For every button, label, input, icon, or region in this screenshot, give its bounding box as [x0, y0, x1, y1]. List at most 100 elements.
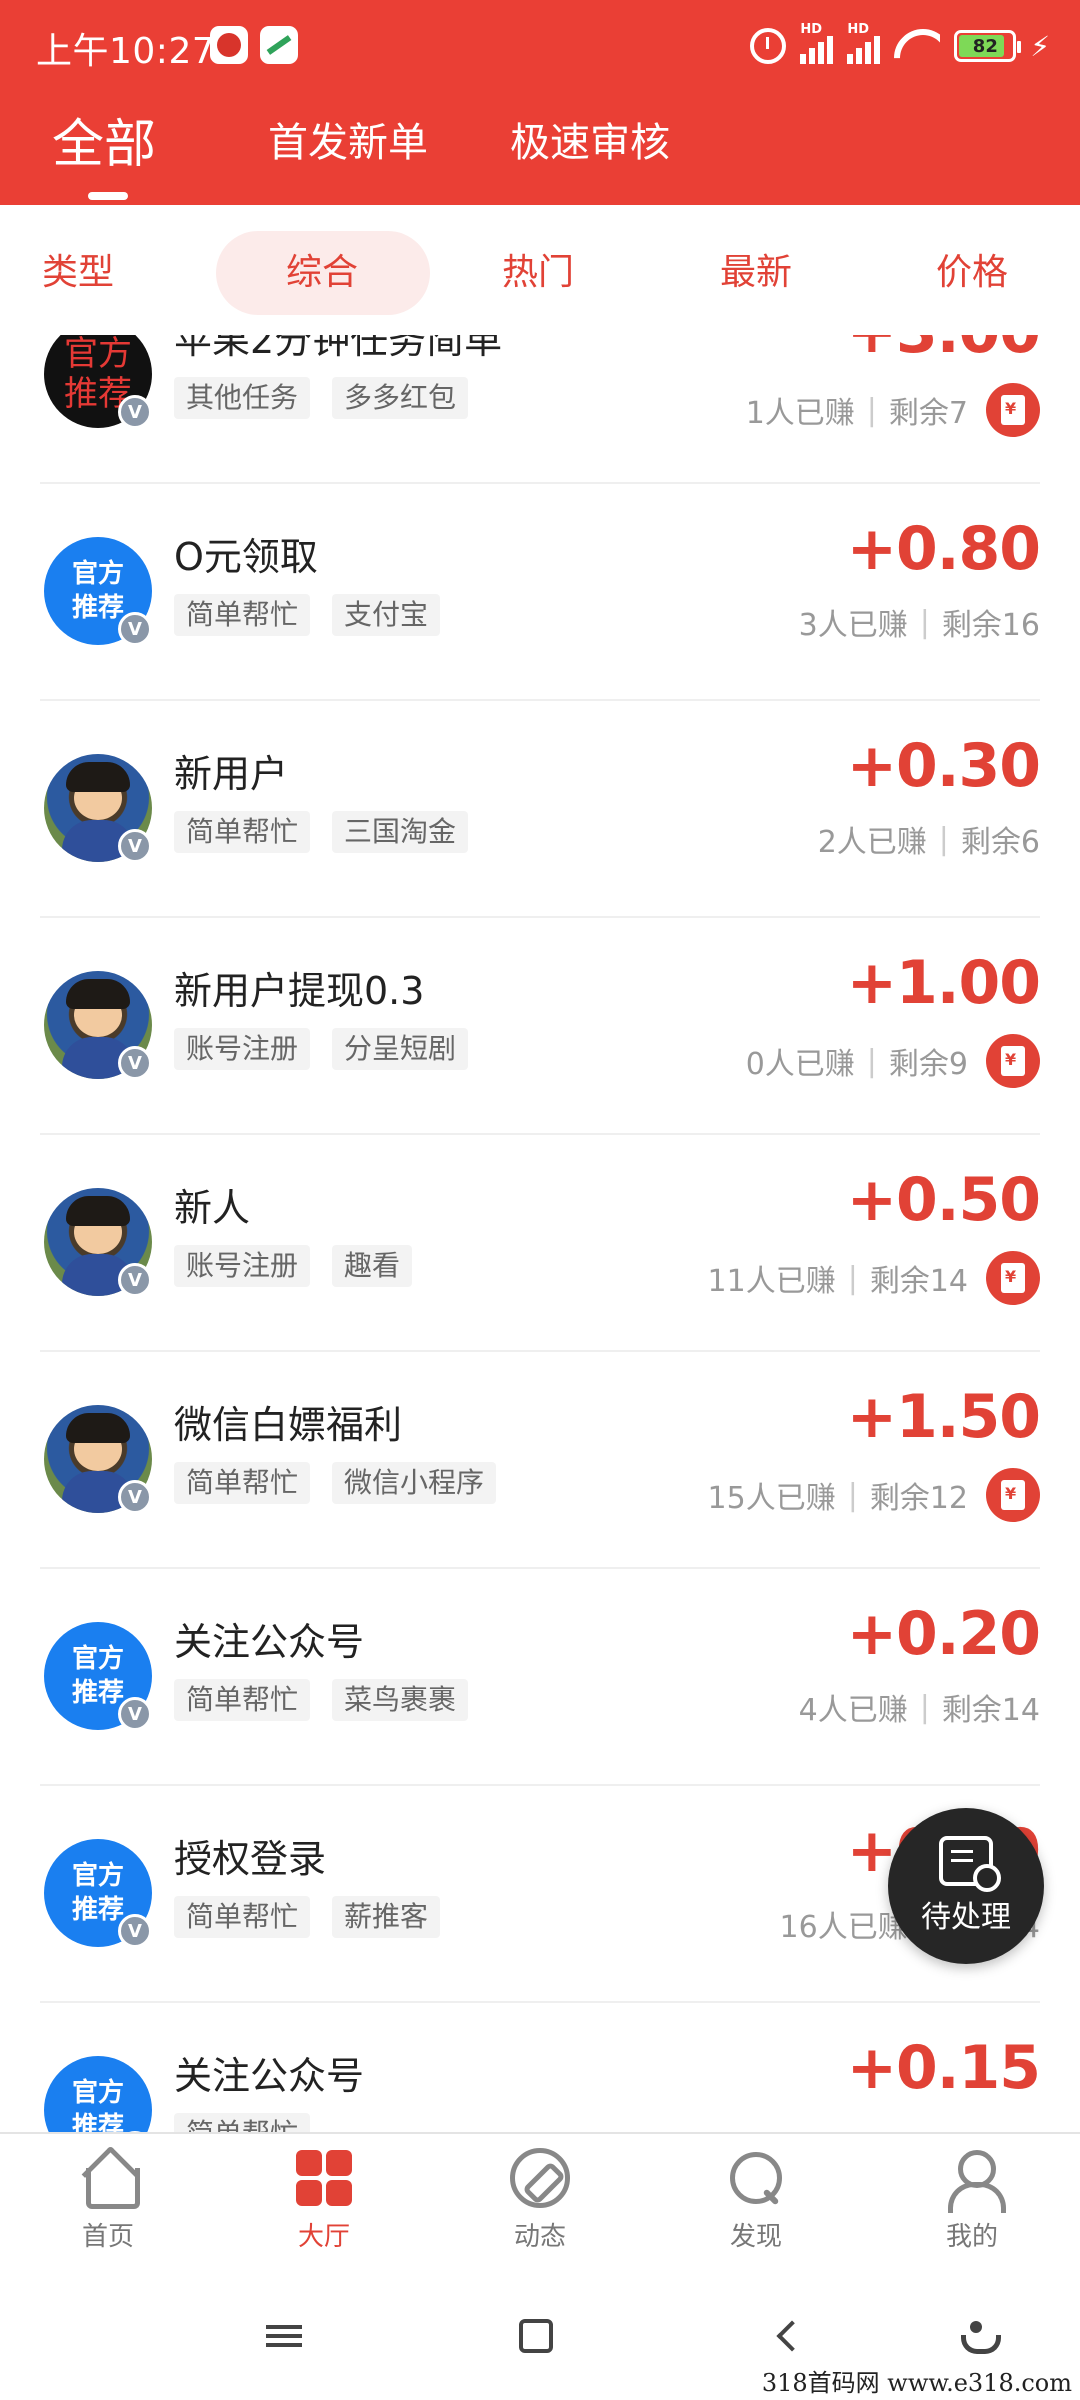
red-packet-icon	[986, 1034, 1040, 1088]
task-tags: 其他任务 多多红包	[174, 377, 469, 419]
app-notification-icon	[260, 26, 298, 64]
nav-hall[interactable]: 大厅	[264, 2148, 384, 2253]
earned-count: 1人已赚	[745, 396, 855, 431]
task-stats: 0人已赚 | 剩余9	[746, 1034, 1040, 1088]
task-tags: 简单帮忙 微信小程序	[174, 1462, 497, 1504]
task-tag: 分呈短剧	[332, 1028, 469, 1070]
task-reward: +0.80	[846, 514, 1041, 584]
menu-icon	[266, 2320, 302, 2352]
system-nav-bar: 318首码网 www.e318.com	[0, 2272, 1080, 2400]
nav-home[interactable]: 首页	[48, 2148, 168, 2253]
tab-first-release[interactable]: 首发新单	[268, 110, 428, 168]
task-title: 新人	[174, 1186, 251, 1230]
task-reward: +0.20	[846, 1599, 1041, 1669]
task-item[interactable]: 官方推荐V关注公众号简单帮忙+0.15	[40, 2003, 1041, 2132]
home-button[interactable]	[506, 2306, 566, 2366]
task-item[interactable]: V 新用户 简单帮忙 三国淘金 +0.30 2人已赚 | 剩余6	[40, 701, 1041, 918]
task-title: 关注公众号	[174, 1620, 365, 1664]
app-header: 上午10:27 HD HD 82 ⚡ 全部 首发新单 极速审核	[0, 0, 1080, 205]
task-tag: 简单帮忙	[174, 811, 311, 853]
status-time: 上午10:27	[36, 31, 216, 72]
assistant-button[interactable]	[946, 2306, 1006, 2366]
app-notification-icon	[210, 26, 248, 64]
task-title: 授权登录	[174, 1837, 327, 1881]
task-tag: 简单帮忙	[174, 2113, 311, 2132]
task-reward: +0.15	[846, 2033, 1041, 2103]
square-icon	[519, 2319, 553, 2353]
task-tag: 账号注册	[174, 1028, 311, 1070]
menu-button[interactable]	[254, 2306, 314, 2366]
pending-button[interactable]: 待处理	[888, 1808, 1044, 1964]
task-tag: 支付宝	[332, 594, 441, 636]
task-tags: 简单帮忙 薪推客	[174, 1896, 441, 1938]
user-icon	[942, 2148, 1006, 2213]
nav-me[interactable]: 我的	[912, 2148, 1032, 2253]
task-stats: 11人已赚 | 剩余14	[708, 1251, 1040, 1305]
task-stats: 4人已赚 | 剩余14	[799, 1685, 1040, 1729]
remaining-count: 剩余6	[960, 825, 1040, 860]
task-tag: 简单帮忙	[174, 1462, 311, 1504]
earned-count: 15人已赚	[707, 1481, 836, 1516]
task-item[interactable]: V 新人 账号注册 趣看 +0.50 11人已赚 | 剩余14	[40, 1135, 1041, 1352]
back-button[interactable]	[762, 2306, 822, 2366]
task-tag: 微信小程序	[332, 1462, 497, 1504]
task-title: 新用户	[174, 752, 289, 796]
task-stats: 2人已赚 | 剩余6	[818, 817, 1040, 861]
verified-badge: V	[118, 612, 152, 646]
task-tags: 账号注册 趣看	[174, 1245, 413, 1287]
earned-count: 0人已赚	[745, 1047, 855, 1082]
task-tag: 简单帮忙	[174, 1679, 311, 1721]
signal-icon: HD	[800, 22, 834, 64]
pending-tasks-icon	[939, 1836, 1001, 1892]
remaining-count: 剩余14	[941, 1693, 1040, 1728]
task-stats: 15人已赚 | 剩余12	[708, 1468, 1040, 1522]
task-title: 微信白嫖福利	[174, 1403, 403, 1447]
task-stats: 1人已赚 | 剩余7	[746, 383, 1040, 437]
earned-count: 2人已赚	[817, 825, 927, 860]
top-tabs: 全部 首发新单 极速审核	[0, 100, 1080, 205]
task-tags: 简单帮忙 菜鸟裹裹	[174, 1679, 469, 1721]
filter-price[interactable]: 价格	[936, 243, 1008, 295]
filter-comprehensive[interactable]: 综合	[286, 243, 358, 295]
pending-label: 待处理	[921, 1900, 1011, 1935]
task-tags: 简单帮忙 支付宝	[174, 594, 441, 636]
task-reward: +0.50	[846, 1165, 1041, 1235]
remaining-count: 剩余9	[888, 1047, 968, 1082]
filter-hot[interactable]: 热门	[502, 243, 574, 295]
nav-feed-label: 动态	[513, 2222, 566, 2252]
tab-all[interactable]: 全部	[52, 102, 156, 177]
task-reward: +1.50	[846, 1382, 1041, 1452]
task-tag: 三国淘金	[332, 811, 469, 853]
red-packet-icon	[986, 383, 1040, 437]
task-tags: 简单帮忙	[174, 2113, 311, 2132]
tab-fast-review[interactable]: 极速审核	[510, 110, 670, 168]
task-item[interactable]: 官方推荐V苹果2分钟任务简单其他任务多多红包+3.001人已赚|剩余7	[40, 335, 1041, 484]
nav-home-label: 首页	[81, 2222, 134, 2252]
task-tag: 菜鸟裹裹	[332, 1679, 469, 1721]
signal-icon: HD	[847, 22, 881, 64]
task-item[interactable]: 官方 推荐 V O元领取 简单帮忙 支付宝 +0.80 3人已赚 | 剩余16	[40, 484, 1041, 701]
grid-icon	[294, 2148, 354, 2208]
battery-icon: 82	[954, 30, 1022, 62]
status-icons: HD HD 82 ⚡	[750, 22, 1050, 68]
nav-discover[interactable]: 发现	[696, 2148, 816, 2253]
watermark: 318首码网 www.e318.com	[761, 2369, 1072, 2397]
task-tag: 薪推客	[332, 1896, 441, 1938]
bottom-nav: 首页 大厅 动态 发现 我的	[0, 2132, 1080, 2272]
tab-indicator	[88, 192, 128, 200]
status-bar: 上午10:27 HD HD 82 ⚡	[0, 0, 1080, 95]
task-stats: 3人已赚 | 剩余16	[799, 600, 1040, 644]
task-title: O元领取	[174, 535, 318, 579]
filter-type[interactable]: 类型	[42, 243, 114, 295]
task-item[interactable]: V 微信白嫖福利 简单帮忙 微信小程序 +1.50 15人已赚 | 剩余12	[40, 1352, 1041, 1569]
task-item[interactable]: V 新用户提现0.3 账号注册 分呈短剧 +1.00 0人已赚 | 剩余9	[40, 918, 1041, 1135]
task-tag: 简单帮忙	[174, 594, 311, 636]
filter-latest[interactable]: 最新	[720, 243, 792, 295]
task-tags: 简单帮忙 三国淘金	[174, 811, 469, 853]
task-item[interactable]: 官方 推荐 V 关注公众号 简单帮忙 菜鸟裹裹 +0.20 4人已赚 | 剩余14	[40, 1569, 1041, 1786]
task-reward: +0.30	[846, 731, 1041, 801]
nav-feed[interactable]: 动态	[480, 2148, 600, 2253]
red-packet-icon	[986, 1251, 1040, 1305]
remaining-count: 剩余16	[941, 608, 1040, 643]
verified-badge: V	[118, 1697, 152, 1731]
